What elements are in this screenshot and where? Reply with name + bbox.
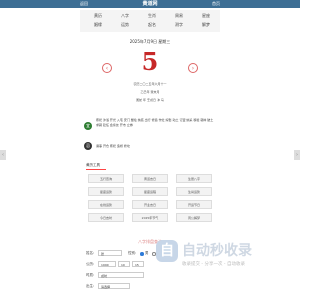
tool-item-8[interactable]: 开运节日 <box>176 200 212 209</box>
site-title: 黄道网 <box>142 1 158 7</box>
nav-item-9[interactable]: 解梦 <box>196 22 216 28</box>
place-select[interactable]: 请选择 <box>98 283 130 289</box>
ji-badge: 忌 <box>84 142 92 150</box>
watermark: 自 自动秒收录 收录提交 - 分享一次 - 自动收录 <box>156 238 300 274</box>
nav-item-1[interactable]: 八字 <box>115 13 135 19</box>
tool-item-4[interactable]: 星座运程 <box>132 187 168 196</box>
yiji-section: 宜 祭祀 沐浴 开光 入宅 安门 塑绘 纳畜 出行 修造 作灶 嫁娶 动土 订盟… <box>80 114 220 156</box>
tool-item-1[interactable]: 黄道吉日 <box>132 174 168 183</box>
tool-item-0[interactable]: 五行查询 <box>88 174 124 183</box>
nav-item-3[interactable]: 周易 <box>169 13 189 19</box>
month-select[interactable]: 10 <box>118 261 130 267</box>
birth-label: 公历: <box>86 262 95 266</box>
yi-text: 祭祀 沐浴 开光 入宅 安门 塑绘 纳畜 出行 修造 作灶 嫁娶 动土 订盟 纳… <box>96 118 214 127</box>
watermark-subtitle: 收录提交 - 分享一次 - 自动收录 <box>182 262 245 267</box>
male-label: 男 <box>145 251 149 255</box>
nav-item-6[interactable]: 运势 <box>115 22 135 28</box>
tool-item-11[interactable]: 周公解梦 <box>176 213 212 222</box>
ganzhi-date: 乙巳年 癸未月 <box>140 90 160 94</box>
lunar-date: 农历二〇二五年六月十一 <box>133 82 167 86</box>
watermark-logo-icon: 自 <box>156 240 178 262</box>
nav-item-2[interactable]: 生肖 <box>142 13 162 19</box>
home-link[interactable]: 首页 <box>212 0 220 8</box>
tool-item-7[interactable]: 开业吉日 <box>132 200 168 209</box>
watermark-title: 自动秒收录 <box>182 243 252 259</box>
date-card: 2025年7月9日 星期三 ‹ 5 › 农历二〇二五年六月十一 乙巳年 癸未月 … <box>80 34 220 112</box>
tool-item-5[interactable]: 生肖运势 <box>176 187 212 196</box>
time-label: 时辰: <box>86 273 95 277</box>
male-radio[interactable] <box>140 252 144 256</box>
name-input[interactable]: 张 <box>98 250 122 256</box>
day-number: 5 <box>141 47 159 76</box>
zodiac-info: 属蛇 年 壬戌日 冲 马 <box>136 98 164 102</box>
nav-item-8[interactable]: 测字 <box>169 22 189 28</box>
nav-item-4[interactable]: 星座 <box>196 13 216 19</box>
tools-title-underline <box>86 169 106 170</box>
tool-box: 黄历工具 五行查询 黄道吉日 生辰八字 星座运势 星座运程 生肖运势 在线运势 … <box>80 160 220 232</box>
name-label: 姓名: <box>86 251 95 255</box>
gender-label: 性别: <box>128 251 137 255</box>
ji-text: 诸事 开仓 祭祀 造桥 修坟 <box>96 144 130 148</box>
nav-item-7[interactable]: 起名 <box>142 22 162 28</box>
tool-item-3[interactable]: 星座运势 <box>88 187 124 196</box>
time-select[interactable]: 戌时 <box>98 272 144 278</box>
top-bar: 返回 黄道网 首页 <box>0 0 300 8</box>
place-label: 出生: <box>86 284 95 288</box>
chevron-right-icon[interactable]: › <box>188 63 198 73</box>
tool-item-2[interactable]: 生辰八字 <box>176 174 212 183</box>
nav-item-0[interactable]: 黄历 <box>88 13 108 19</box>
date-heading: 2025年7月9日 星期三 <box>129 39 171 44</box>
tools-title: 黄历工具 <box>86 163 100 167</box>
tool-item-9[interactable]: 今日吉时 <box>88 213 124 222</box>
category-nav: 黄历 八字 生肖 周易 星座 姻缘 运势 起名 测字 解梦 <box>80 10 220 32</box>
next-panel-arrow-icon[interactable]: › <box>294 150 300 160</box>
tool-item-6[interactable]: 在线运势 <box>88 200 124 209</box>
tool-item-10[interactable]: 2025年节气 <box>132 213 168 222</box>
female-radio[interactable] <box>152 252 156 256</box>
yi-badge: 宜 <box>84 122 92 130</box>
nav-item-5[interactable]: 姻缘 <box>88 22 108 28</box>
year-select[interactable]: 1990 <box>98 261 116 267</box>
day-select[interactable]: 15 <box>132 261 144 267</box>
prev-panel-arrow-icon[interactable]: ‹ <box>0 150 6 160</box>
